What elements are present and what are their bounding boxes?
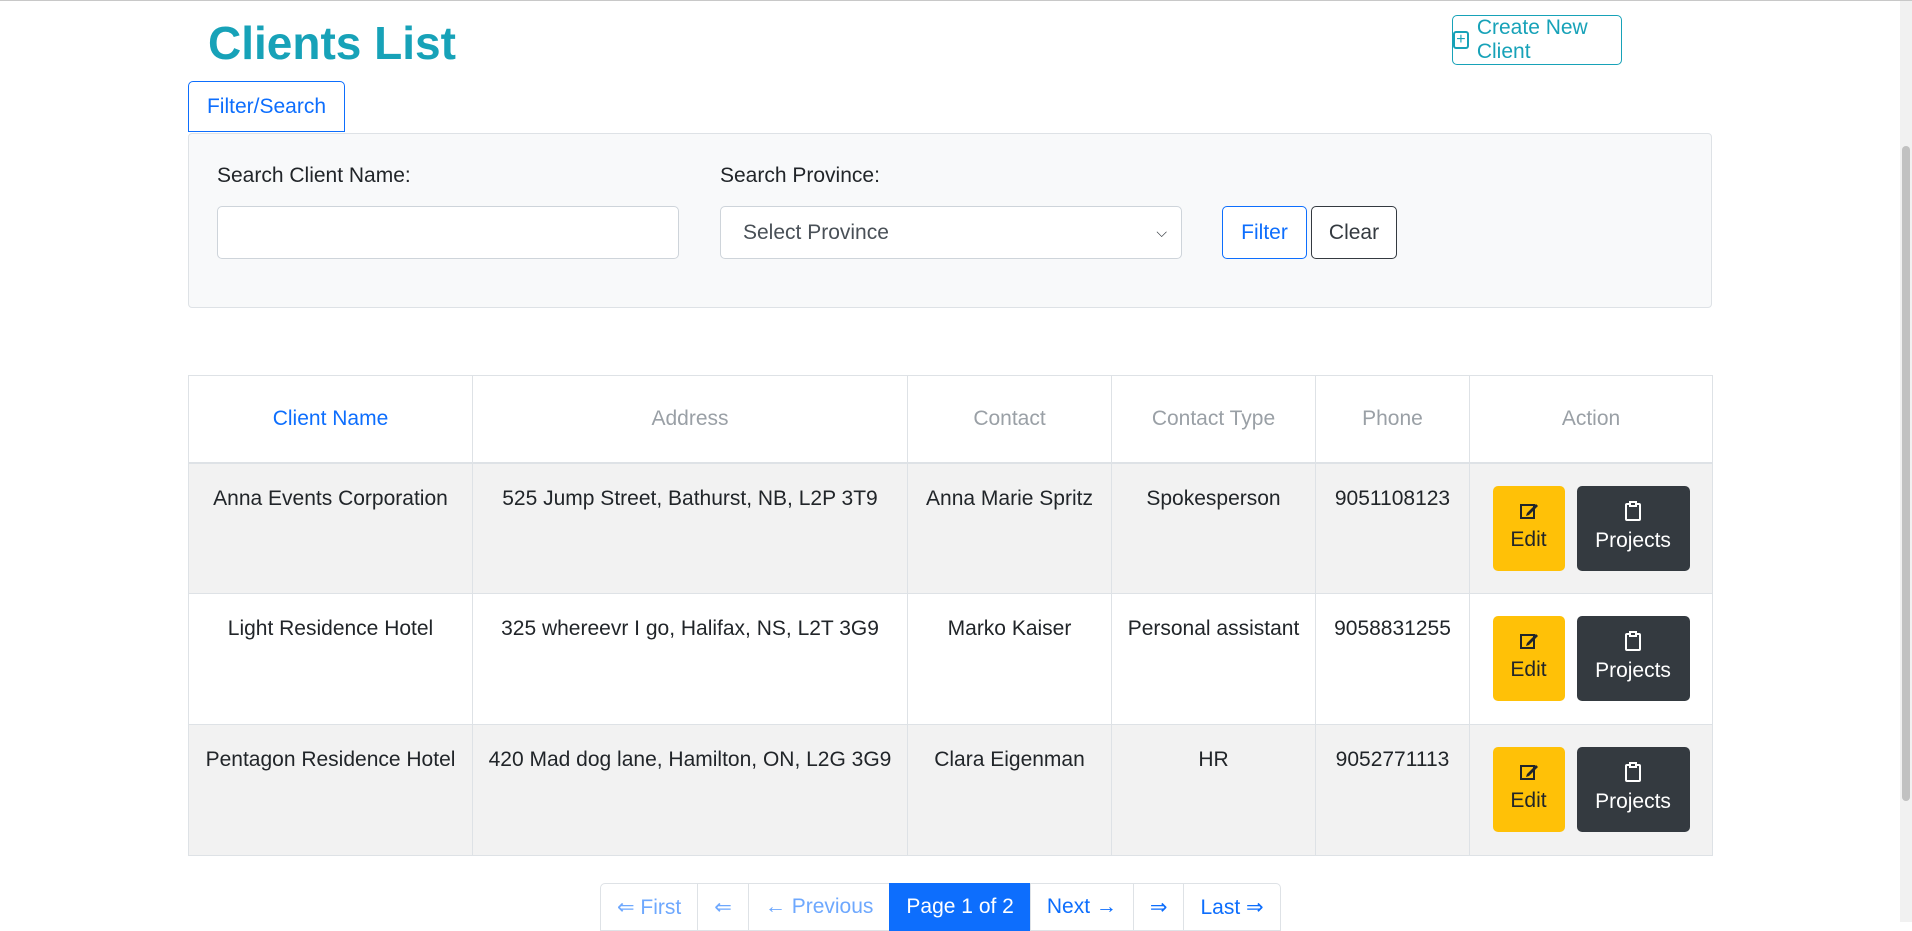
page-title: Clients List (208, 17, 456, 69)
table-header-row: Client Name Address Contact Contact Type… (188, 375, 1713, 464)
projects-label: Projects (1595, 659, 1671, 682)
cell-contact: Marko Kaiser (907, 593, 1112, 725)
projects-button[interactable]: Projects (1576, 747, 1690, 832)
chevron-down-icon: ⌵ (1156, 224, 1167, 240)
table-row: Light Residence Hotel 325 whereevr I go,… (188, 593, 1713, 725)
column-header-contact-type: Contact Type (1111, 375, 1316, 464)
edit-icon (1519, 503, 1538, 519)
cell-phone: 9051108123 (1315, 462, 1470, 594)
clipboard-icon (1625, 500, 1641, 521)
page-first-button[interactable]: ⇐ First (600, 883, 699, 931)
cell-client-name: Anna Events Corporation (188, 462, 473, 594)
column-header-phone: Phone (1315, 375, 1470, 464)
cell-contact: Anna Marie Spritz (907, 462, 1112, 594)
page-prev-arrow-button[interactable]: ⇐ (697, 883, 749, 931)
edit-button[interactable]: Edit (1492, 485, 1565, 571)
page-next-button[interactable]: Next → (1029, 883, 1134, 931)
client-name-label: Search Client Name: (217, 164, 411, 187)
filter-button[interactable]: Filter (1222, 206, 1307, 259)
clipboard-icon (1625, 631, 1641, 651)
pagination: ⇐ First ⇐ ← Previous Page 1 of 2 Next → … (600, 883, 1281, 931)
table-row: Pentagon Residence Hotel 420 Mad dog lan… (188, 724, 1713, 856)
plus-square-icon: + (1453, 31, 1469, 49)
province-label: Search Province: (720, 164, 880, 187)
province-selected-value: Select Province (743, 220, 889, 244)
scrollbar-track[interactable] (1900, 1, 1912, 922)
edit-icon (1519, 765, 1538, 780)
cell-contact-type: HR (1111, 724, 1316, 856)
projects-button[interactable]: Projects (1576, 485, 1690, 571)
cell-address: 420 Mad dog lane, Hamilton, ON, L2G 3G9 (472, 724, 908, 856)
projects-label: Projects (1595, 528, 1671, 552)
edit-label: Edit (1510, 527, 1547, 551)
column-header-contact: Contact (907, 375, 1112, 464)
cell-client-name: Pentagon Residence Hotel (188, 724, 473, 856)
cell-contact-type: Personal assistant (1111, 593, 1316, 725)
create-client-label: Create New Client (1476, 16, 1588, 63)
page-previous-button[interactable]: ← Previous (747, 883, 891, 931)
edit-button[interactable]: Edit (1492, 747, 1565, 832)
cell-action: Edit Projects (1469, 593, 1713, 725)
edit-label: Edit (1510, 789, 1547, 812)
column-header-client-name[interactable]: Client Name (188, 375, 473, 464)
clear-button[interactable]: Clear (1311, 206, 1397, 259)
page-current-indicator: Page 1 of 2 (889, 883, 1031, 931)
projects-button[interactable]: Projects (1576, 616, 1690, 701)
province-select[interactable]: Select Province ⌵ (720, 206, 1182, 259)
table-row: Anna Events Corporation 525 Jump Street,… (188, 462, 1713, 594)
clipboard-icon (1625, 762, 1641, 782)
column-header-action: Action (1469, 375, 1713, 464)
cell-address: 525 Jump Street, Bathurst, NB, L2P 3T9 (472, 462, 908, 594)
cell-phone: 9052771113 (1315, 724, 1470, 856)
cell-phone: 9058831255 (1315, 593, 1470, 725)
scrollbar-thumb[interactable] (1902, 146, 1910, 801)
cell-client-name: Light Residence Hotel (188, 593, 473, 725)
edit-icon (1519, 634, 1538, 649)
cell-address: 325 whereevr I go, Halifax, NS, L2T 3G9 (472, 593, 908, 725)
cell-action: Edit Projects (1469, 724, 1713, 856)
page-next-arrow-button[interactable]: ⇒ (1132, 883, 1185, 931)
page-last-button[interactable]: Last ⇒ (1183, 883, 1281, 931)
client-name-input[interactable] (217, 206, 679, 259)
cell-contact-type: Spokesperson (1111, 462, 1316, 594)
projects-label: Projects (1595, 790, 1671, 813)
edit-button[interactable]: Edit (1492, 616, 1565, 701)
column-header-address: Address (472, 375, 908, 464)
cell-action: Edit Projects (1469, 462, 1713, 594)
create-client-button[interactable]: + Create New Client (1452, 15, 1622, 65)
filter-panel: Search Client Name: Search Province: Sel… (188, 133, 1712, 308)
cell-contact: Clara Eigenman (907, 724, 1112, 856)
clients-table: Client Name Address Contact Contact Type… (188, 375, 1713, 856)
edit-label: Edit (1510, 658, 1547, 681)
filter-search-toggle[interactable]: Filter/Search (188, 81, 345, 132)
